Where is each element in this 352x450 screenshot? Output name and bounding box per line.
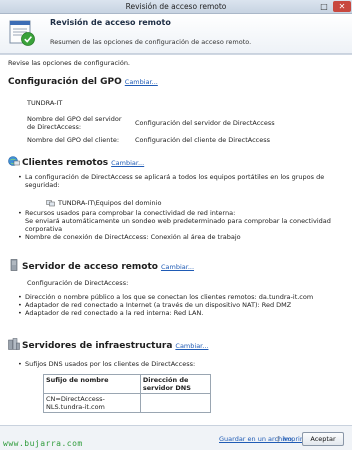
table-cell: CN=DirectAccess-NLS.tundra-it.com	[43, 393, 141, 413]
gpo-client-label: Nombre del GPO del cliente:	[27, 136, 120, 144]
close-button[interactable]: ✕	[333, 1, 351, 12]
maximize-button[interactable]: □	[316, 1, 332, 12]
infra-section-title: Servidores de infraestructura Cambiar...	[8, 336, 208, 351]
gpo-title-text: Configuración del GPO	[8, 77, 122, 87]
server-section-title: Servidor de acceso remoto Cambiar...	[8, 257, 194, 272]
header-subtitle: Resumen de las opciones de configuración…	[50, 38, 252, 46]
review-content[interactable]: Revise las opciones de configuración. Co…	[0, 55, 352, 425]
server-list: Dirección o nombre público a los que se …	[18, 293, 338, 317]
clients-list: La configuración de DirectAccess se apli…	[18, 173, 338, 189]
clients-resources-text: Recursos usados para comprobar la conect…	[25, 209, 236, 217]
server-icon	[10, 259, 18, 271]
clients-group-entry: TUNDRA-IT\Equipos del dominio	[46, 199, 161, 207]
gpo-section-title: Configuración del GPO Cambiar...	[8, 77, 158, 87]
clients-resources-item: Recursos usados para comprobar la conect…	[18, 209, 338, 233]
clients-change-link[interactable]: Cambiar...	[111, 159, 144, 167]
table-row: CN=DirectAccess-NLS.tundra-it.com	[43, 393, 212, 413]
intro-text: Revise las opciones de configuración.	[8, 59, 130, 67]
clients-icon	[8, 156, 20, 166]
gpo-domain: TUNDRA-IT	[27, 99, 63, 107]
clients-probe-text: Se enviará automáticamente un sondeo web…	[25, 217, 331, 233]
watermark-text: www.bujarra.com	[3, 439, 83, 448]
table-cell	[139, 393, 212, 413]
clients-title-text: Clientes remotos	[22, 158, 109, 168]
footer-bar: www.bujarra.com Guardar en un archivo | …	[0, 425, 352, 450]
infrastructure-icon	[8, 338, 20, 350]
infra-list: Sufijos DNS usados por los clientes de D…	[18, 360, 338, 368]
infra-dns-item: Sufijos DNS usados por los clientes de D…	[18, 360, 338, 368]
gpo-change-link[interactable]: Cambiar...	[125, 78, 158, 86]
gpo-server-label: Nombre del GPO del servidor de DirectAcc…	[27, 115, 122, 131]
table-header-cell: Dirección de servidor DNS	[139, 374, 212, 394]
infra-title-text: Servidores de infraestructura	[22, 341, 173, 351]
checklist-icon	[9, 20, 35, 46]
server-title-text: Servidor de acceso remoto	[22, 262, 158, 272]
clients-groups-item: La configuración de DirectAccess se apli…	[18, 173, 338, 189]
table-header-cell: Sufijo de nombre	[43, 374, 141, 394]
gpo-server-value: Configuración del servidor de DirectAcce…	[135, 119, 275, 127]
wizard-header: Revisión de acceso remoto Resumen de las…	[0, 14, 352, 54]
window-title: Revisión de acceso remoto	[125, 2, 227, 11]
save-to-file-link[interactable]: Guardar en un archivo	[219, 435, 292, 443]
table-header-row: Sufijo de nombre Dirección de servidor D…	[43, 374, 212, 394]
server-item: Adaptador de red conectado a la red inte…	[18, 309, 338, 317]
server-change-link[interactable]: Cambiar...	[161, 263, 194, 271]
header-title: Revisión de acceso remoto	[50, 18, 171, 27]
gpo-client-value: Configuración del cliente de DirectAcces…	[135, 136, 270, 144]
dns-suffix-table: Sufijo de nombre Dirección de servidor D…	[43, 374, 212, 413]
footer-separator: |	[277, 435, 280, 443]
server-intro: Configuración de DirectAccess:	[27, 279, 129, 287]
clients-section-title: Clientes remotos Cambiar...	[8, 153, 144, 168]
accept-button[interactable]: Aceptar	[302, 432, 344, 446]
clients-list-2: Recursos usados para comprobar la conect…	[18, 209, 338, 241]
server-item: Adaptador de red conectado a Internet (a…	[18, 301, 338, 309]
title-bar: Revisión de acceso remoto □ ✕	[0, 0, 352, 14]
infra-change-link[interactable]: Cambiar...	[175, 342, 208, 350]
clients-connection-item: Nombre de conexión de DirectAccess: Cone…	[18, 233, 338, 241]
clients-group-name: TUNDRA-IT\Equipos del dominio	[58, 199, 162, 207]
server-item: Dirección o nombre público a los que se …	[18, 293, 338, 301]
group-icon	[46, 200, 55, 207]
